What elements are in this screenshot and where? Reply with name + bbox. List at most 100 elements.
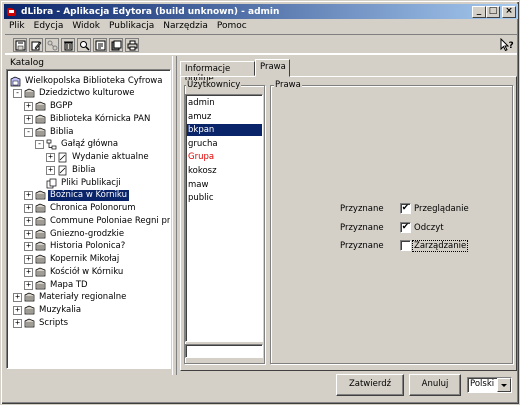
toolbar: ? — [5, 34, 517, 55]
tree-node-label: Chronica Polonorum — [50, 203, 136, 213]
collection-icon — [35, 101, 46, 112]
files-icon — [46, 178, 57, 189]
user-list-item[interactable]: Grupa — [187, 151, 262, 163]
tree-node[interactable]: - Biblia — [24, 126, 76, 138]
tree-node[interactable]: + Gniezno-grodzkie — [24, 228, 126, 240]
properties-icon[interactable] — [93, 38, 107, 52]
collection-icon — [24, 292, 35, 303]
edition-icon — [57, 152, 68, 163]
expand-icon[interactable]: + — [46, 153, 55, 162]
users-list[interactable]: admin amuz bkpan grucha Grupa kokosz maw public — [185, 94, 263, 342]
users-search-input[interactable] — [185, 344, 263, 358]
user-list-item[interactable]: grucha — [187, 138, 262, 150]
tree-node-label: Gałąź główna — [61, 139, 119, 150]
expand-icon[interactable]: + — [24, 216, 33, 226]
tree-node[interactable]: + Materiały regionalne — [13, 292, 128, 304]
menu-narzedzia[interactable]: Narzędzia — [159, 20, 213, 34]
tree-node[interactable]: + Mapa TD — [24, 279, 90, 291]
tree-node[interactable]: + Kopernik Mikołaj — [24, 254, 121, 266]
permission-checkbox-przegladanie[interactable]: ✔ — [400, 203, 411, 214]
catalog-tree[interactable]: Wielkopolska Biblioteka Cyfrowa - Dziedzic… — [6, 69, 171, 369]
minimize-button[interactable]: _ — [472, 5, 486, 18]
expand-icon[interactable]: + — [24, 280, 33, 290]
user-list-item[interactable]: kokosz — [187, 165, 262, 177]
expand-icon[interactable]: + — [46, 165, 55, 175]
expand-icon[interactable]: + — [24, 229, 33, 239]
collapse-icon[interactable]: - — [35, 140, 44, 150]
tree-node[interactable]: + Bożnica w Kórniku — [24, 189, 130, 203]
permission-checkbox-zarzadzanie[interactable] — [400, 240, 411, 251]
chevron-down-icon[interactable] — [497, 378, 511, 392]
menu-publikacja[interactable]: Publikacja — [105, 20, 159, 34]
collection-icon — [35, 280, 46, 291]
tree-node[interactable]: + Wydanie aktualne — [46, 152, 151, 164]
menu-pomoc[interactable]: Pomoc — [213, 20, 252, 34]
expand-icon[interactable]: + — [13, 306, 22, 315]
rights-group-label: Prawa — [274, 80, 302, 90]
cancel-button[interactable]: Anuluj — [409, 374, 461, 396]
menu-widok[interactable]: Widok — [68, 20, 105, 34]
title-bar[interactable]: dLibra - Aplikacja Edytora (build unknow… — [4, 4, 518, 19]
menu-edycja[interactable]: Edycja — [30, 20, 69, 34]
tree-node-label: Biblioteka Kórnicka PAN — [50, 113, 151, 124]
expand-icon[interactable]: + — [24, 255, 33, 264]
expand-icon[interactable]: + — [24, 191, 33, 201]
confirm-button[interactable]: Zatwierdź — [336, 374, 404, 396]
export-icon[interactable] — [109, 38, 123, 52]
expand-icon[interactable]: + — [24, 267, 33, 277]
collection-icon — [35, 254, 46, 265]
help-cursor-icon[interactable]: ? — [500, 37, 514, 52]
tree-node[interactable]: + Commune Poloniae Regni pr — [24, 215, 171, 227]
tree-node[interactable]: + Chronica Polonorum — [24, 203, 138, 215]
tree-node[interactable]: - Dziedzictwo kulturowe — [13, 88, 137, 100]
expand-icon[interactable]: + — [13, 293, 22, 303]
expand-icon[interactable]: + — [13, 318, 22, 328]
splitter-handle[interactable] — [172, 56, 177, 375]
tree-node-label: Gniezno-grodzkie — [50, 228, 125, 239]
tree-node[interactable]: Pliki Publikacji — [35, 177, 123, 189]
user-list-item[interactable]: bkpan — [187, 124, 262, 137]
tree-node[interactable]: + Muzykalia — [13, 305, 83, 317]
save-icon[interactable] — [13, 38, 27, 52]
trash-icon[interactable] — [61, 38, 75, 52]
tree-node[interactable]: + Biblia — [46, 164, 98, 176]
catalog-label: Katalog — [10, 58, 45, 68]
permission-checkbox-odczyt[interactable]: ✔ — [400, 222, 411, 233]
tree-node-label: Dziedzictwo kulturowe — [39, 88, 135, 99]
collection-icon — [35, 203, 46, 214]
tree-node-label: Scripts — [39, 317, 69, 328]
collapse-icon[interactable]: - — [13, 89, 22, 99]
expand-icon[interactable]: + — [24, 242, 33, 252]
link-icon[interactable] — [45, 38, 59, 52]
tab-informacje-ogolne[interactable]: Informacje ogólne — [180, 61, 255, 84]
collapse-icon[interactable]: - — [24, 127, 33, 137]
permission-label: Odczyt — [414, 223, 444, 233]
expand-icon[interactable]: + — [24, 114, 33, 124]
tree-node[interactable]: - Gałąź główna — [35, 139, 120, 151]
tree-node-label: Kościół w Kórniku — [50, 266, 124, 277]
user-list-item[interactable]: amuz — [187, 111, 262, 123]
search-icon[interactable] — [77, 38, 91, 52]
menu-plik[interactable]: Plik — [5, 20, 30, 34]
print-icon[interactable] — [125, 38, 139, 52]
tree-node[interactable]: + Kościół w Kórniku — [24, 266, 125, 278]
close-button[interactable]: × — [502, 5, 516, 18]
tree-node[interactable]: Wielkopolska Biblioteka Cyfrowa — [10, 75, 164, 87]
collection-icon — [35, 190, 46, 201]
tree-node-label: Materiały regionalne — [39, 292, 127, 303]
edit-icon[interactable] — [29, 38, 43, 52]
tree-node[interactable]: + Historia Polonica? — [24, 241, 127, 253]
tree-node[interactable]: + Scripts — [13, 317, 70, 329]
user-list-item[interactable]: maw — [187, 179, 262, 191]
user-list-item[interactable]: admin — [187, 97, 262, 109]
branch-icon — [46, 139, 57, 150]
tree-node[interactable]: + Biblioteka Kórnicka PAN — [24, 113, 152, 125]
tab-prawa[interactable]: Prawa — [255, 59, 290, 77]
maximize-button[interactable]: □ — [486, 5, 500, 18]
user-list-item[interactable]: public — [187, 192, 262, 204]
tree-node[interactable]: + BGPP — [24, 101, 75, 113]
tree-node-label: Commune Poloniae Regni pr — [50, 215, 171, 226]
expand-icon[interactable]: + — [24, 102, 33, 111]
expand-icon[interactable]: + — [24, 204, 33, 213]
